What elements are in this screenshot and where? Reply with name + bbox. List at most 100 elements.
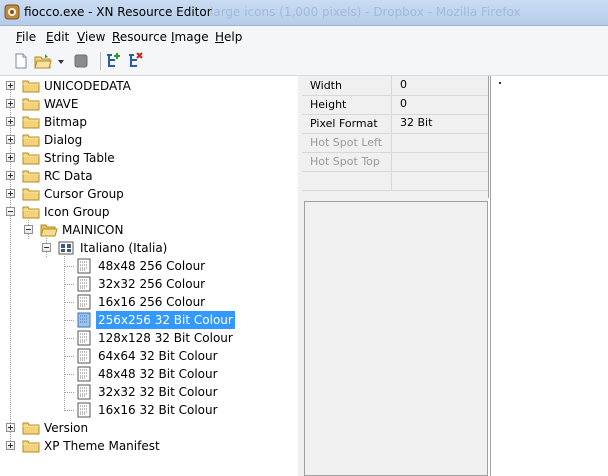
tree-item[interactable]: MAINICON: [0, 221, 296, 239]
folder-icon: [22, 170, 40, 183]
tree-item[interactable]: Icon Group: [0, 203, 296, 221]
tree-item[interactable]: 16x16 32 Bit Colour: [0, 401, 296, 419]
expand-icon[interactable]: [6, 135, 15, 144]
expand-icon[interactable]: [6, 99, 15, 108]
delete-resource-icon[interactable]: [126, 52, 144, 70]
image-resource-icon: [77, 402, 91, 418]
tree-item[interactable]: WAVE: [0, 95, 296, 113]
tree-item[interactable]: UNICODEDATA: [0, 77, 296, 95]
expand-icon[interactable]: [6, 441, 15, 450]
tree-item-label: Bitmap: [44, 115, 87, 129]
tree-item[interactable]: 32x32 32 Bit Colour: [0, 383, 296, 401]
property-name: Hot Spot Top: [302, 152, 392, 171]
tree-connector-line: [64, 392, 74, 393]
dropdown-arrow-icon[interactable]: [56, 52, 66, 70]
tree-item[interactable]: XP Theme Manifest: [0, 437, 296, 455]
tree-item-label: 48x48 256 Colour: [98, 259, 206, 273]
tree-item-label: String Table: [44, 151, 115, 165]
expand-icon[interactable]: [6, 81, 15, 90]
expand-icon[interactable]: [6, 153, 15, 162]
tree-item[interactable]: Dialog: [0, 131, 296, 149]
menu-file[interactable]: File: [16, 30, 36, 44]
tree-connector-line: [64, 284, 74, 285]
new-document-icon[interactable]: [12, 52, 30, 70]
property-name: Pixel Format: [302, 114, 392, 133]
property-value[interactable]: [394, 152, 400, 171]
collapse-icon[interactable]: [24, 225, 33, 234]
tree-item-label: 128x128 32 Bit Colour: [98, 331, 233, 345]
property-row[interactable]: [302, 171, 488, 191]
tree-item-label: Icon Group: [44, 205, 110, 219]
property-value[interactable]: 0: [394, 95, 407, 114]
menu-label-rest: iew: [84, 30, 106, 44]
property-row[interactable]: Height 0: [302, 95, 488, 115]
tree-item[interactable]: 128x128 32 Bit Colour: [0, 329, 296, 347]
collapse-icon[interactable]: [6, 207, 15, 216]
menu-image[interactable]: Image: [171, 30, 209, 44]
tree-item[interactable]: 16x16 256 Colour: [0, 293, 296, 311]
property-value[interactable]: 0: [394, 76, 407, 95]
menu-edit[interactable]: Edit: [46, 30, 69, 44]
tree-item-label: MAINICON: [62, 223, 124, 237]
property-grid[interactable]: Width 0 Height 0 Pixel Format 32 Bit Hot Spot …: [302, 76, 489, 198]
property-detail-panel: [304, 201, 488, 476]
toolbar-separator: [100, 52, 101, 70]
tree-connector-line: [64, 410, 74, 411]
tree-connector-line: [64, 266, 74, 267]
tree-item[interactable]: RC Data: [0, 167, 296, 185]
menu-mnemonic: E: [46, 30, 54, 44]
expand-icon[interactable]: [6, 117, 15, 126]
folder-icon: [22, 422, 40, 435]
property-row[interactable]: Hot Spot Left: [302, 133, 488, 153]
preview-image: [499, 82, 501, 84]
tree-connector-line: [64, 338, 74, 339]
tree-item[interactable]: Italiano (Italia): [0, 239, 296, 257]
image-resource-icon: [77, 384, 91, 400]
expand-icon[interactable]: [6, 423, 15, 432]
menu-mnemonic: R: [112, 30, 120, 44]
tree-item[interactable]: String Table: [0, 149, 296, 167]
tree-item[interactable]: 256x256 32 Bit Colour: [0, 311, 296, 329]
property-value[interactable]: 32 Bit: [394, 114, 432, 133]
open-folder-icon[interactable]: [34, 52, 52, 70]
property-row[interactable]: Width 0: [302, 76, 488, 96]
menu-label-rest: ile: [22, 30, 37, 44]
tree-item[interactable]: Bitmap: [0, 113, 296, 131]
tree-item[interactable]: 48x48 32 Bit Colour: [0, 365, 296, 383]
tree-item-label: XP Theme Manifest: [44, 439, 160, 453]
folder-icon: [22, 440, 40, 453]
menu-resource[interactable]: Resource: [112, 30, 167, 44]
tree-item-label: UNICODEDATA: [44, 79, 131, 93]
image-resource-icon: [77, 366, 91, 382]
add-resource-icon[interactable]: [104, 52, 122, 70]
property-name: Height: [302, 95, 392, 114]
tree-item[interactable]: Cursor Group: [0, 185, 296, 203]
menu-help[interactable]: Help: [215, 30, 242, 44]
expand-icon[interactable]: [6, 189, 15, 198]
resource-tree[interactable]: UNICODEDATA WAVE Bitmap Dialog String Table R…: [0, 76, 299, 476]
tree-item[interactable]: 48x48 256 Colour: [0, 257, 296, 275]
tree-item-label: Version: [44, 421, 89, 435]
folder-open-icon: [22, 206, 40, 219]
toolbar: [0, 48, 608, 76]
expand-icon[interactable]: [6, 171, 15, 180]
tree-item[interactable]: 32x32 256 Colour: [0, 275, 296, 293]
menu-view[interactable]: View: [77, 30, 105, 44]
image-resource-icon: [77, 312, 91, 328]
property-value[interactable]: [394, 171, 400, 190]
collapse-icon[interactable]: [42, 243, 51, 252]
image-resource-icon: [77, 294, 91, 310]
tree-item[interactable]: Version: [0, 419, 296, 437]
tree-item[interactable]: 64x64 32 Bit Colour: [0, 347, 296, 365]
property-name: Width: [302, 76, 392, 95]
property-row[interactable]: Hot Spot Top: [302, 152, 488, 172]
title-bar[interactable]: fiocco.exe - XN Resource Editor large ic…: [0, 0, 608, 26]
image-preview[interactable]: [490, 76, 608, 476]
stop-icon[interactable]: [72, 52, 90, 70]
property-value[interactable]: [394, 133, 400, 152]
window-title: fiocco.exe - XN Resource Editor: [24, 5, 212, 19]
menu-label-rest: esource: [119, 30, 168, 44]
property-row[interactable]: Pixel Format 32 Bit: [302, 114, 488, 134]
menu-label-rest: elp: [224, 30, 243, 44]
folder-icon: [22, 134, 40, 147]
